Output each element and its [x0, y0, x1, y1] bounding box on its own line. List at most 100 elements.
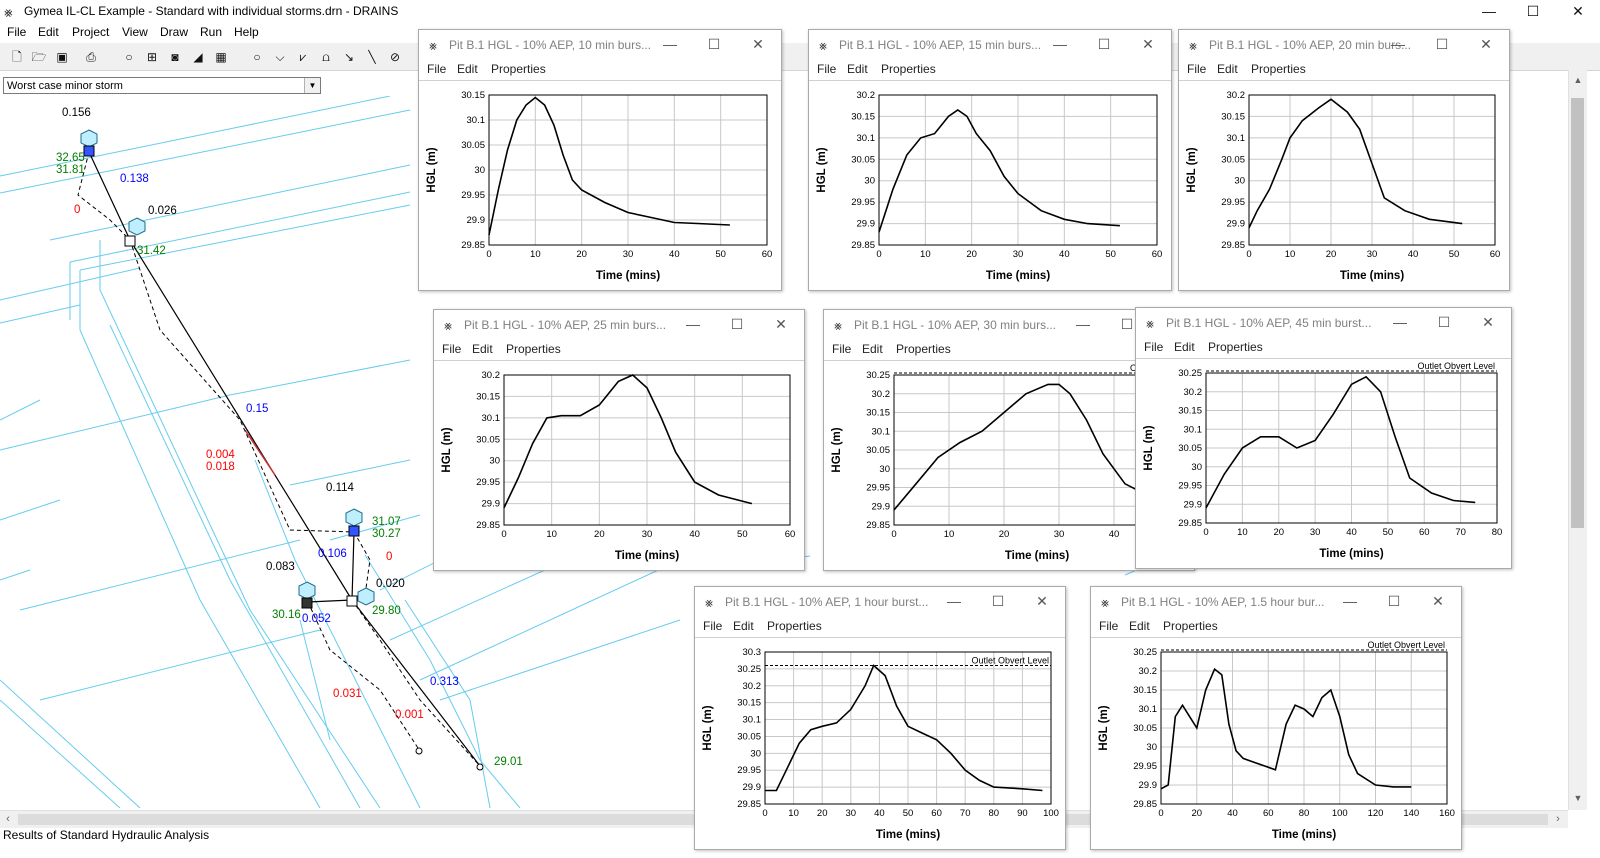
close-button[interactable]: ✕ [743, 36, 773, 53]
menu-draw[interactable]: Draw [160, 25, 188, 39]
menu-view[interactable]: View [122, 25, 148, 39]
menu-file[interactable]: File [427, 62, 446, 76]
menu-help[interactable]: Help [234, 25, 259, 39]
menu-edit[interactable]: Edit [1174, 340, 1195, 354]
menu-file[interactable]: File [832, 342, 851, 356]
maximize-button[interactable]: ☐ [699, 36, 729, 53]
node-icon[interactable]: ○ [118, 47, 140, 67]
pit-icon[interactable]: ⊞ [141, 47, 163, 67]
hgl-chart-window[interactable]: ⨳ Pit B.1 HGL - 10% AEP, 15 min burs... — ☐… [808, 29, 1172, 291]
menu-properties[interactable]: Properties [896, 342, 951, 356]
menu-properties[interactable]: Properties [1208, 340, 1263, 354]
close-button[interactable]: ✕ [1473, 314, 1503, 331]
pipe-v-icon[interactable]: ⌵ [269, 47, 291, 67]
save-icon[interactable]: ▣ [51, 47, 73, 67]
menu-file[interactable]: File [817, 62, 836, 76]
hgl-chart-window[interactable]: ⨳ Pit B.1 HGL - 10% AEP, 1 hour burst... —… [694, 586, 1066, 850]
print-icon[interactable]: ⎙ [80, 47, 102, 67]
grid-icon[interactable]: ▦ [210, 47, 232, 67]
maximize-button[interactable]: ☐ [1511, 0, 1555, 23]
menu-file[interactable]: File [7, 25, 26, 39]
menu-edit[interactable]: Edit [862, 342, 883, 356]
channel-icon[interactable]: ◢ [187, 47, 209, 67]
maximize-button[interactable]: ☐ [1429, 314, 1459, 331]
maximize-button[interactable]: ☐ [1379, 593, 1409, 610]
scroll-left-icon[interactable]: ‹ [0, 811, 16, 828]
close-button[interactable]: ✕ [1027, 593, 1057, 610]
menu-properties[interactable]: Properties [491, 62, 546, 76]
open-channel-icon[interactable]: ⩗ [292, 47, 314, 67]
scroll-thumb[interactable] [1571, 98, 1584, 528]
vertical-scrollbar[interactable]: ▲ ▼ [1568, 70, 1587, 810]
culvert-icon[interactable]: ⩍ [315, 47, 337, 67]
menu-properties[interactable]: Properties [506, 342, 561, 356]
menu-file[interactable]: File [442, 342, 461, 356]
menu-edit[interactable]: Edit [472, 342, 493, 356]
measure-icon[interactable]: ⊘ [384, 47, 406, 67]
maximize-button[interactable]: ☐ [1427, 36, 1457, 53]
menu-edit[interactable]: Edit [457, 62, 478, 76]
menu-file[interactable]: File [1187, 62, 1206, 76]
maximize-button[interactable]: ☐ [983, 593, 1013, 610]
maximize-button[interactable]: ☐ [722, 316, 752, 333]
x-tick-label: 30 [1367, 249, 1378, 260]
menu-properties[interactable]: Properties [767, 619, 822, 633]
scroll-down-icon[interactable]: ▼ [1569, 790, 1587, 806]
window-titlebar[interactable]: ⨳ Pit B.1 HGL - 10% AEP, 15 min burs... — ☐… [809, 30, 1171, 60]
menu-file[interactable]: File [703, 619, 722, 633]
map-label: 0.156 [62, 107, 91, 119]
scroll-up-icon[interactable]: ▲ [1569, 72, 1587, 88]
menu-properties[interactable]: Properties [1163, 619, 1218, 633]
overflow-route-icon[interactable]: ↘ [338, 47, 360, 67]
menu-properties[interactable]: Properties [1251, 62, 1306, 76]
minimize-button[interactable]: — [939, 593, 969, 609]
status-text: Results of Standard Hydraulic Analysis [3, 828, 210, 842]
menu-file[interactable]: File [1144, 340, 1163, 354]
window-titlebar[interactable]: ⨳ Pit B.1 HGL - 10% AEP, 10 min burs... — ☐… [419, 30, 781, 60]
window-titlebar[interactable]: ⨳ Pit B.1 HGL - 10% AEP, 45 min burst... —… [1136, 308, 1511, 338]
maximize-button[interactable]: ☐ [1089, 36, 1119, 53]
minimize-button[interactable]: — [1467, 0, 1511, 23]
window-titlebar[interactable]: ⨳ Pit B.1 HGL - 10% AEP, 1 hour burst... —… [695, 587, 1065, 617]
minimize-button[interactable]: — [1068, 316, 1098, 332]
close-button[interactable]: ✕ [1133, 36, 1163, 53]
close-button[interactable]: ✕ [766, 316, 796, 333]
hgl-chart-window[interactable]: ⨳ Pit B.1 HGL - 10% AEP, 1.5 hour bur... —… [1090, 586, 1462, 850]
detention-basin-icon[interactable]: ◙ [164, 47, 186, 67]
minimize-button[interactable]: — [1335, 593, 1365, 609]
close-button[interactable]: ✕ [1471, 36, 1501, 53]
hgl-chart-window[interactable]: ⨳ Pit B.1 HGL - 10% AEP, 20 min burs... — ☐… [1178, 29, 1510, 291]
menu-edit[interactable]: Edit [1129, 619, 1150, 633]
menu-edit[interactable]: Edit [1217, 62, 1238, 76]
window-titlebar[interactable]: ⨳ Pit B.1 HGL - 10% AEP, 20 min burs... — ☐… [1179, 30, 1509, 60]
chevron-down-icon[interactable]: ▼ [304, 78, 320, 93]
x-tick-label: 30 [846, 808, 857, 819]
menu-edit[interactable]: Edit [847, 62, 868, 76]
hgl-chart-window[interactable]: ⨳ Pit B.1 HGL - 10% AEP, 45 min burst... —… [1135, 307, 1512, 569]
node-circle-icon[interactable]: ○ [246, 47, 268, 67]
hgl-chart-window[interactable]: ⨳ Pit B.1 HGL - 10% AEP, 25 min burs... — ☐… [433, 309, 805, 571]
menu-properties[interactable]: Properties [881, 62, 936, 76]
x-tick-label: 60 [1263, 808, 1274, 819]
menu-project[interactable]: Project [72, 25, 109, 39]
menu-run[interactable]: Run [200, 25, 222, 39]
menu-file[interactable]: File [1099, 619, 1118, 633]
minimize-button[interactable]: — [1045, 36, 1075, 52]
minimize-button[interactable]: — [678, 316, 708, 332]
window-titlebar[interactable]: ⨳ Pit B.1 HGL - 10% AEP, 25 min burs... — ☐… [434, 310, 804, 340]
minimize-button[interactable]: — [1385, 314, 1415, 330]
close-button[interactable]: ✕ [1556, 0, 1600, 23]
new-file-icon[interactable]: 🗋 [6, 47, 28, 67]
hgl-chart-window[interactable]: ⨳ Pit B.1 HGL - 10% AEP, 10 min burs... — ☐… [418, 29, 782, 291]
minimize-button[interactable]: — [1383, 36, 1413, 52]
close-button[interactable]: ✕ [1423, 593, 1453, 610]
window-titlebar[interactable]: ⨳ Pit B.1 HGL - 10% AEP, 1.5 hour bur... —… [1091, 587, 1461, 617]
line-icon[interactable]: ╲ [361, 47, 383, 67]
minimize-button[interactable]: — [655, 36, 685, 52]
scroll-right-icon[interactable]: › [1550, 811, 1566, 828]
open-folder-icon[interactable]: 🗁 [28, 47, 50, 67]
menu-edit[interactable]: Edit [38, 25, 59, 39]
map-label: 0.106 [318, 548, 347, 560]
storm-selector[interactable]: Worst case minor storm ▼ [3, 77, 321, 94]
menu-edit[interactable]: Edit [733, 619, 754, 633]
